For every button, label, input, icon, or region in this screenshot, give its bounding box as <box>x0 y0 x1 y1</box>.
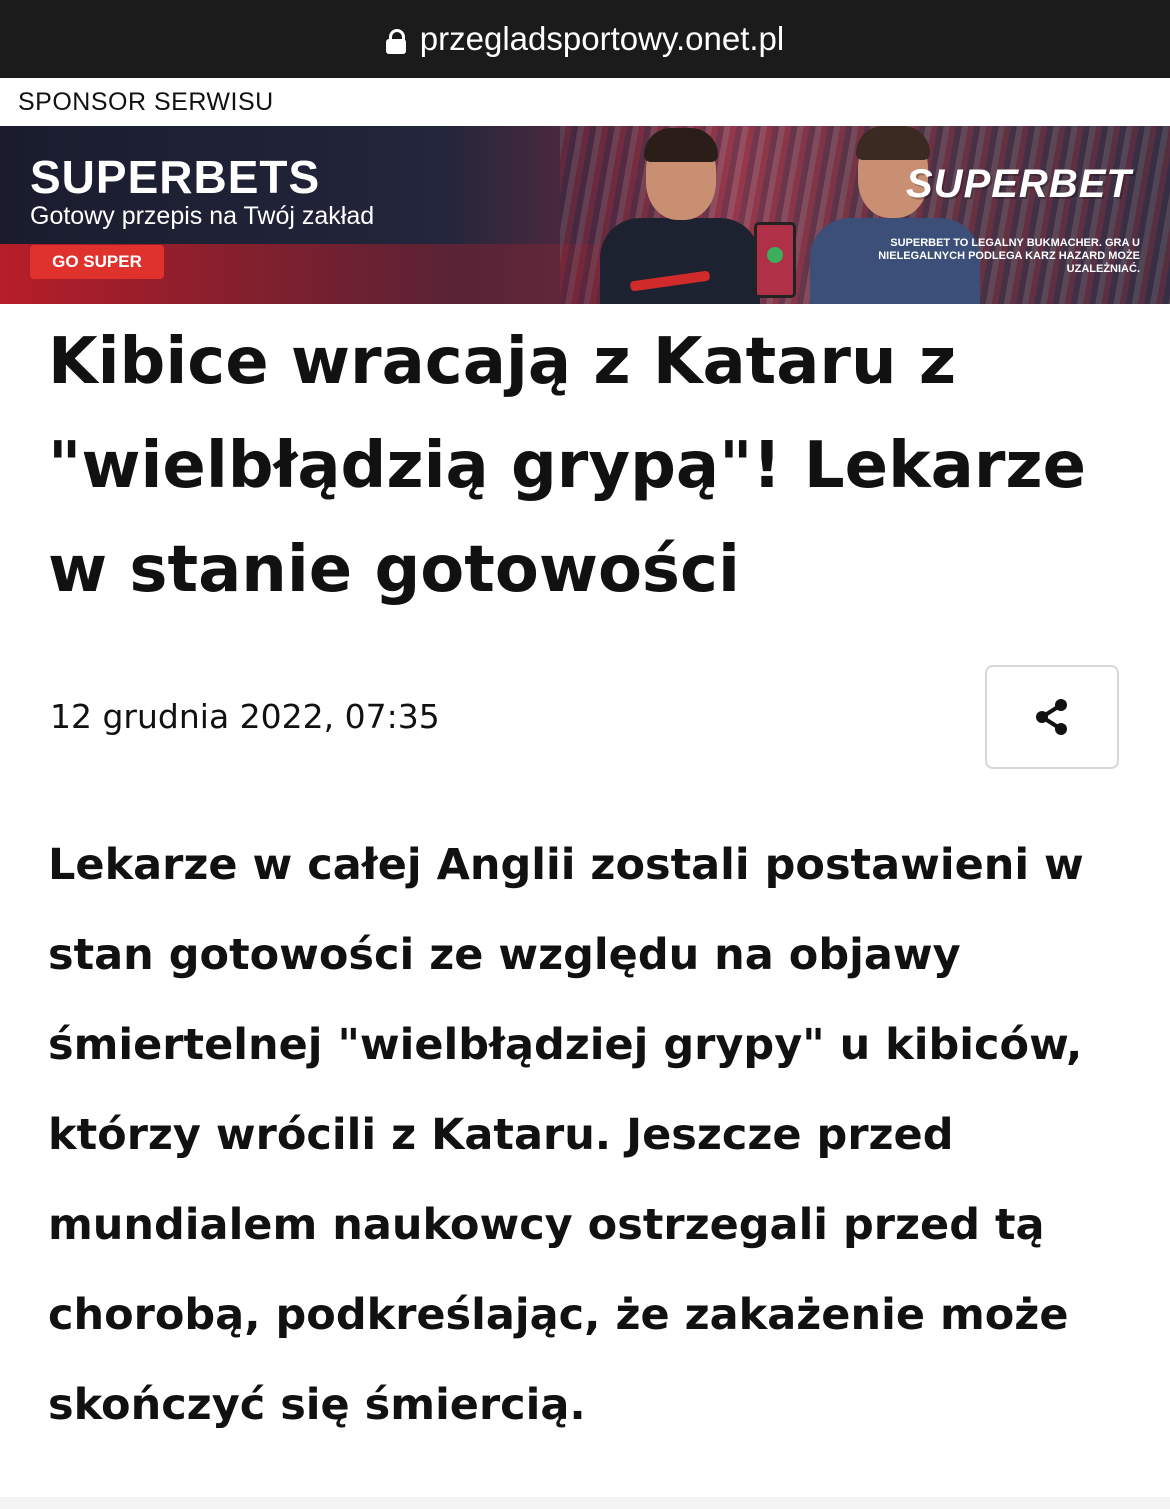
bottom-divider <box>0 1497 1170 1509</box>
ad-person-right <box>800 126 990 304</box>
publish-date: 12 grudnia 2022, 07:35 <box>50 697 440 736</box>
share-icon <box>1036 699 1067 735</box>
sponsor-label: SPONSOR SERWISU <box>18 88 274 116</box>
share-button[interactable] <box>985 665 1119 769</box>
sponsor-banner[interactable]: SUPERBETS Gotowy przepis na Twój zakład … <box>0 126 1170 304</box>
address-bar[interactable]: przegladsportowy.onet.pl <box>0 0 1170 78</box>
article-lead: Lekarze w całej Anglii zostali postawien… <box>48 840 1084 1430</box>
phone-image <box>754 222 796 298</box>
article-headline: Kibice wracają z Kataru z "wielbłądzią g… <box>48 325 1087 607</box>
lock-icon <box>385 29 406 54</box>
url-text[interactable]: przegladsportowy.onet.pl <box>420 20 784 58</box>
ad-brand: SUPERBETS <box>30 151 321 203</box>
go-super-button[interactable]: GO SUPER <box>30 245 164 279</box>
ad-disclaimer: SUPERBET TO LEGALNY BUKMACHER. GRA U NIE… <box>878 237 1140 275</box>
ad-tagline: Gotowy przepis na Twój zakład <box>30 202 375 230</box>
superbet-logo: SUPERBET <box>906 162 1132 206</box>
